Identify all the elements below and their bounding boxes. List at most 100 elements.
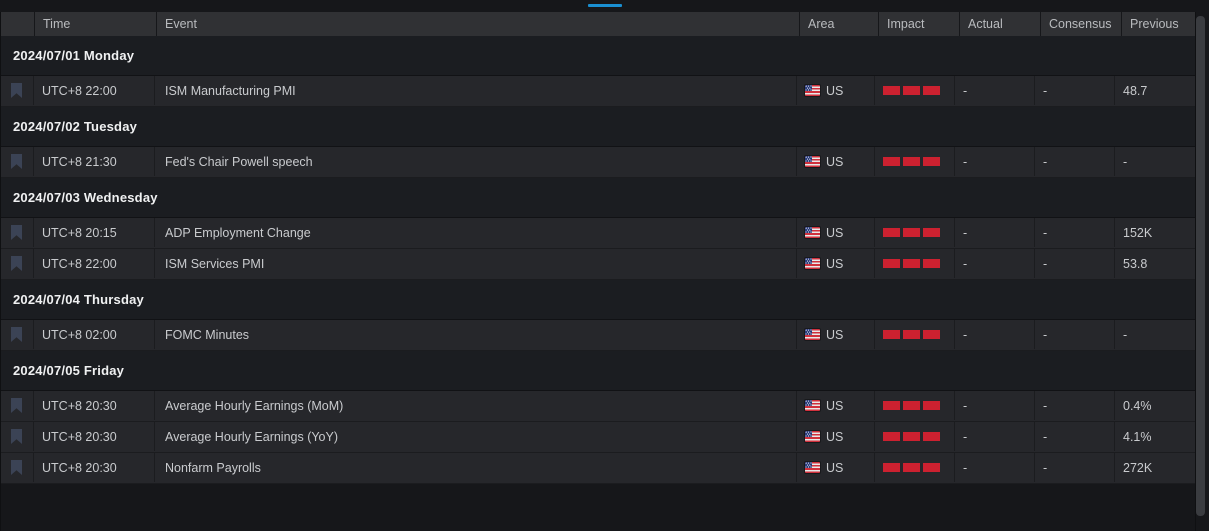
column-header-event[interactable]: Event [157,12,799,36]
cell-actual: - [955,218,1035,247]
bookmark-icon[interactable] [11,154,22,169]
impact-bar [903,463,920,472]
date-group-header: 2024/07/04 Thursday [0,280,1196,320]
row-bookmark-cell[interactable] [0,218,34,247]
cell-previous: 48.7 [1123,83,1148,98]
impact-bar [923,86,940,95]
cell-consensus: - [1035,76,1115,105]
cell-time: UTC+8 20:30 [34,422,155,451]
impact-bar [883,401,900,410]
table-header-row: Time Event Area Impact Actual Consensus Previo… [0,12,1203,36]
cell-time: UTC+8 21:30 [34,147,155,176]
cell-area: US [797,218,875,247]
cell-impact [875,422,955,451]
area-label: US [826,429,844,444]
row-bookmark-cell[interactable] [0,320,34,349]
impact-bar [923,463,940,472]
area-label: US [826,83,844,98]
table-row[interactable]: UTC+8 02:00 FOMC Minutes US - - - [0,320,1196,351]
cell-consensus: - [1035,218,1115,247]
table-row[interactable]: UTC+8 20:30 Average Hourly Earnings (YoY)… [0,422,1196,453]
cell-time: UTC+8 20:30 [34,391,155,420]
bookmark-icon[interactable] [11,327,22,342]
column-header-previous[interactable]: Previous [1122,12,1203,36]
table-row[interactable]: UTC+8 22:00 ISM Manufacturing PMI US - -48.7 [0,76,1196,107]
table-left-border [0,12,1,531]
cell-event[interactable]: Nonfarm Payrolls [155,453,797,482]
impact-bar [903,157,920,166]
date-group-header: 2024/07/02 Tuesday [0,107,1196,147]
us-flag-icon [805,329,820,340]
us-flag-icon [805,462,820,473]
cell-actual: - [955,147,1035,176]
impact-bar [923,330,940,339]
table-body: 2024/07/01 Monday UTC+8 22:00 ISM Manufact… [0,36,1196,484]
impact-bar [883,259,900,268]
row-bookmark-cell[interactable] [0,76,34,105]
impact-bar [903,86,920,95]
cell-previous: 4.1% [1123,429,1152,444]
cell-actual: - [955,453,1035,482]
us-flag-icon [805,258,820,269]
table-row[interactable]: UTC+8 20:30 Nonfarm Payrolls US - -272K [0,453,1196,484]
cell-previous: 272K [1123,460,1153,475]
impact-bar [883,330,900,339]
cell-event[interactable]: ISM Services PMI [155,249,797,278]
table-row[interactable]: UTC+8 22:00 ISM Services PMI US - -53.8 [0,249,1196,280]
date-group-label: 2024/07/02 Tuesday [13,119,138,134]
cell-actual: - [955,422,1035,451]
area-label: US [826,154,844,169]
bookmark-icon[interactable] [11,398,22,413]
row-bookmark-cell[interactable] [0,147,34,176]
column-header-actual[interactable]: Actual [960,12,1040,36]
cell-event[interactable]: Average Hourly Earnings (MoM) [155,391,797,420]
area-label: US [826,460,844,475]
cell-event[interactable]: ISM Manufacturing PMI [155,76,797,105]
economic-calendar-table: Time Event Area Impact Actual Consensus Previo… [0,12,1203,484]
cell-area: US [797,320,875,349]
row-bookmark-cell[interactable] [0,249,34,278]
impact-bar [883,432,900,441]
cell-previous: 0.4% [1123,398,1152,413]
table-row[interactable]: UTC+8 21:30 Fed's Chair Powell speech US - -… [0,147,1196,178]
impact-bar [923,228,940,237]
us-flag-icon [805,431,820,442]
area-label: US [826,225,844,240]
bookmark-icon[interactable] [11,225,22,240]
date-group-label: 2024/07/03 Wednesday [13,190,158,205]
us-flag-icon [805,156,820,167]
bookmark-icon[interactable] [11,83,22,98]
bookmark-icon[interactable] [11,429,22,444]
table-row[interactable]: UTC+8 20:30 Average Hourly Earnings (MoM)… [0,391,1196,422]
us-flag-icon [805,400,820,411]
cell-area: US [797,453,875,482]
column-header-impact[interactable]: Impact [879,12,959,36]
cell-event[interactable]: Average Hourly Earnings (YoY) [155,422,797,451]
cell-event[interactable]: FOMC Minutes [155,320,797,349]
bookmark-icon[interactable] [11,460,22,475]
cell-impact [875,320,955,349]
vertical-scrollbar-thumb[interactable] [1196,16,1205,516]
impact-bar [923,259,940,268]
row-bookmark-cell[interactable] [0,453,34,482]
row-bookmark-cell[interactable] [0,391,34,420]
date-group-header: 2024/07/01 Monday [0,36,1196,76]
cell-impact [875,249,955,278]
cell-event[interactable]: Fed's Chair Powell speech [155,147,797,176]
row-bookmark-cell[interactable] [0,422,34,451]
column-header-area[interactable]: Area [800,12,878,36]
cell-event[interactable]: ADP Employment Change [155,218,797,247]
column-header-bookmark[interactable] [0,12,34,36]
cell-time: UTC+8 22:00 [34,76,155,105]
cell-area: US [797,147,875,176]
bookmark-icon[interactable] [11,256,22,271]
impact-bar [903,401,920,410]
impact-bar [883,463,900,472]
column-header-time[interactable]: Time [35,12,156,36]
table-row[interactable]: UTC+8 20:15 ADP Employment Change US - -152K [0,218,1196,249]
cell-consensus: - [1035,391,1115,420]
cell-previous: - [1123,154,1128,169]
column-header-consensus[interactable]: Consensus [1041,12,1121,36]
cell-area: US [797,422,875,451]
cell-actual: - [955,76,1035,105]
